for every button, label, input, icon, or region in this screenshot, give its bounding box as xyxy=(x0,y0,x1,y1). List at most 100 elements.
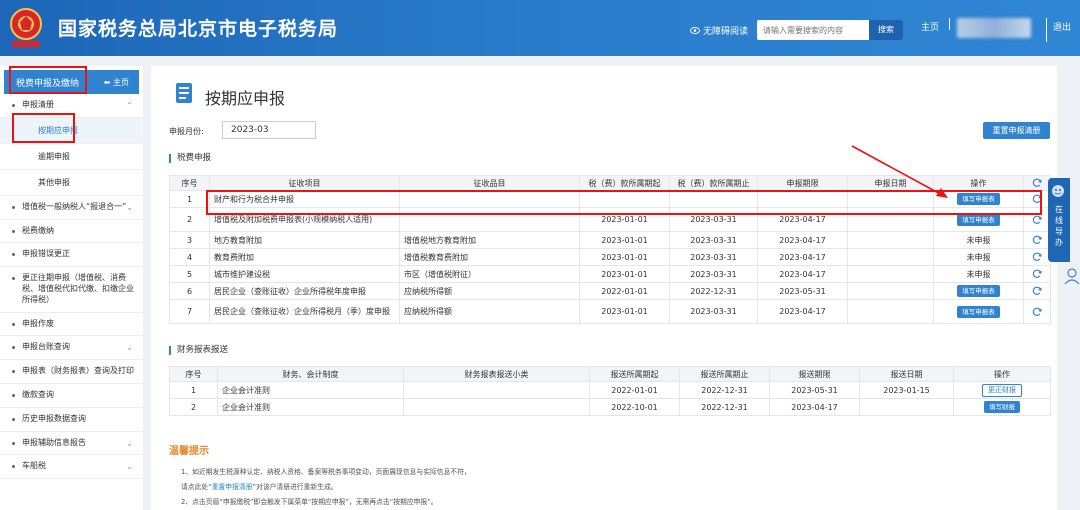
sidebar-item-label: 更正往期申报（增值税、消费税、增值税代扣代缴、扣缴企业所得税） xyxy=(22,273,134,304)
col-header: 报送期限 xyxy=(769,366,860,382)
cell-operation: 填写财报 xyxy=(953,398,1051,416)
sidebar-item-label: 历史申报数据查询 xyxy=(22,413,86,423)
logout-link[interactable]: 退出 xyxy=(1053,20,1071,33)
table-row: 5 城市维护建设税 市区（增值税附征） 2023-01-01 2023-03-31 202… xyxy=(169,265,1051,283)
cell-refresh xyxy=(1023,248,1051,266)
refresh-icon[interactable] xyxy=(1032,286,1042,296)
table-row: 1 企业会计准则 2022-01-01 2022-12-31 2023-05-31 202… xyxy=(169,381,1051,399)
cell-no: 6 xyxy=(169,282,210,300)
cell-end: 2022-12-31 xyxy=(669,282,758,300)
sidebar-item-label: 申报错误更正 xyxy=(22,249,70,259)
sidebar-item-vehicle-tax[interactable]: 车船税 ⌄ xyxy=(0,455,143,480)
sidebar-item-label: 申报清册 xyxy=(22,100,54,109)
sidebar-item-label: 增值税一般纳税人“报退合一” xyxy=(22,201,127,211)
cell-start: 2022-01-01 xyxy=(589,381,680,399)
assistant-avatar-icon xyxy=(1052,185,1064,197)
cell-date xyxy=(859,398,954,416)
cell-no: 1 xyxy=(169,381,218,399)
cell-item: 教育费附加 xyxy=(209,248,400,266)
reset-list-link[interactable]: 重置申报清册 xyxy=(212,483,253,491)
table-row: 7 居民企业（查账征收）企业所得税月（季）度申报 应纳税所得额 2023-01-01 2… xyxy=(169,299,1051,324)
sidebar-item-tax-payment[interactable]: 税费缴纳 xyxy=(0,220,143,244)
col-header: 序号 xyxy=(169,175,210,191)
cell-no: 7 xyxy=(169,299,210,324)
correct-report-button[interactable]: 更正财报 xyxy=(982,383,1022,397)
table-row: 4 教育费附加 增值税教育费附加 2023-01-01 2023-03-31 2023-0… xyxy=(169,248,1051,266)
tips-text: 请点此处“ xyxy=(181,483,212,491)
col-header: 申报期限 xyxy=(757,175,848,191)
refresh-icon[interactable] xyxy=(1032,252,1042,262)
cell-operation: 填写申报表 xyxy=(933,299,1024,324)
cell-no: 1 xyxy=(169,190,210,208)
cell-item: 居民企业（查账征收）企业所得税月（季）度申报 xyxy=(209,299,400,324)
cell-end: 2023-03-31 xyxy=(669,265,758,283)
sidebar-item-history-query[interactable]: 历史申报数据查询 xyxy=(0,408,143,432)
sidebar-item-ledger-query[interactable]: 申报台账查询 ⌄ xyxy=(0,336,143,361)
col-header: 报送日期 xyxy=(859,366,954,382)
refresh-icon[interactable] xyxy=(1032,178,1042,188)
tips-text: ”对该户清册进行重新生成。 xyxy=(252,483,338,491)
tips-line-1: 1、如近期发生税源种认定、纳税人资格、备案等税务事项变动，页面展现信息与实际信息… xyxy=(181,468,471,476)
col-header: 征收项目 xyxy=(209,175,400,191)
cell-date xyxy=(847,299,934,324)
cell-no: 3 xyxy=(169,231,210,249)
cell-operation: 未申报 xyxy=(933,265,1024,283)
annotation-box xyxy=(9,66,87,94)
col-header: 税（费）款所属期起 xyxy=(579,175,670,191)
cell-no: 2 xyxy=(169,398,218,416)
chevron-down-icon: ⌄ xyxy=(126,202,133,212)
fill-declaration-button[interactable]: 填写申报表 xyxy=(957,305,1000,318)
search-box: 搜索 xyxy=(757,20,903,40)
sidebar-subitem-overdue[interactable]: 逾期申报 xyxy=(0,144,143,170)
search-input[interactable] xyxy=(757,20,869,40)
user-name-blurred xyxy=(957,18,1031,38)
tips-line-2: 请点此处“重置申报清册”对该户清册进行重新生成。 xyxy=(181,481,338,491)
cell-date xyxy=(847,282,934,300)
customer-service-icon[interactable] xyxy=(1063,266,1080,286)
fill-report-button[interactable]: 填写财报 xyxy=(984,401,1020,413)
fill-declaration-button[interactable]: 填写申报表 xyxy=(957,285,1000,297)
period-month-field[interactable]: 2023-03 xyxy=(222,121,316,139)
sidebar-item-label: 申报作废 xyxy=(22,318,54,328)
refresh-icon[interactable] xyxy=(1032,235,1042,245)
sidebar-item-label: 车船税 xyxy=(22,461,46,471)
cell-deadline: 2023-05-31 xyxy=(757,282,848,300)
col-header: 报送所属期起 xyxy=(589,366,680,382)
sidebar-home-link[interactable]: ⬅ 主页 xyxy=(104,77,129,88)
sidebar-item-payment-query[interactable]: 缴款查询 xyxy=(0,384,143,408)
refresh-icon[interactable] xyxy=(1032,215,1042,225)
refresh-all-cell xyxy=(1023,175,1051,191)
cell-start: 2023-01-01 xyxy=(579,231,670,249)
sidebar-item-label: 缴款查询 xyxy=(22,389,54,399)
cell-operation: 更正财报 xyxy=(953,381,1051,399)
refresh-icon[interactable] xyxy=(1032,307,1042,317)
sidebar-item-aux-report[interactable]: 申报辅助信息报告 ⌄ xyxy=(0,432,143,456)
sidebar-item-vat-general[interactable]: 增值税一般纳税人“报退合一” ⌄ xyxy=(0,196,143,220)
refresh-icon[interactable] xyxy=(1032,269,1042,279)
page-title: 按期应申报 xyxy=(205,89,286,108)
sidebar-item-error-correction[interactable]: 申报错误更正 xyxy=(0,243,143,268)
cell-operation: 未申报 xyxy=(933,231,1024,249)
eye-icon xyxy=(690,27,700,34)
search-button[interactable]: 搜索 xyxy=(869,20,903,40)
online-guide-label: 在线导办 xyxy=(1055,205,1063,247)
sidebar-item-label: 申报辅助信息报告 xyxy=(22,437,86,447)
accessibility-link[interactable]: 无障碍阅读 xyxy=(690,24,748,37)
sidebar-item-label: 税费缴纳 xyxy=(22,225,54,235)
sidebar-item-void[interactable]: 申报作废 xyxy=(0,313,143,337)
table-header-row: 序号 财务、会计制度 财务报表报送小类 报送所属期起 报送所属期止 报送期限 报… xyxy=(169,366,1051,382)
cell-subitem: 应纳税所得额 xyxy=(399,282,580,300)
sidebar-item-report-print[interactable]: 申报表（财务报表）查询及打印 ⌄ xyxy=(0,360,143,384)
header-divider xyxy=(1046,18,1047,42)
cell-operation: 填写申报表 xyxy=(933,282,1024,300)
cell-item: 居民企业（查账征收）企业所得税年度申报 xyxy=(209,282,400,300)
cell-item: 地方教育附加 xyxy=(209,231,400,249)
sidebar-subitem-other[interactable]: 其他申报 xyxy=(0,170,143,196)
cell-system: 企业会计准则 xyxy=(217,398,404,416)
tips-line-3: 2、点击页眉“申报缴税”即会触发下属菜单“按期应申报”，无需再点击“按期应申报”… xyxy=(181,498,438,506)
reset-list-button[interactable]: 重置申报清册 xyxy=(983,122,1050,139)
header-home-link[interactable]: 主页 xyxy=(921,20,939,33)
fill-declaration-button[interactable]: 填写申报表 xyxy=(957,213,1000,226)
cell-no: 5 xyxy=(169,265,210,283)
sidebar-item-past-correction[interactable]: 更正往期申报（增值税、消费税、增值税代扣代缴、扣缴企业所得税） xyxy=(0,267,143,313)
